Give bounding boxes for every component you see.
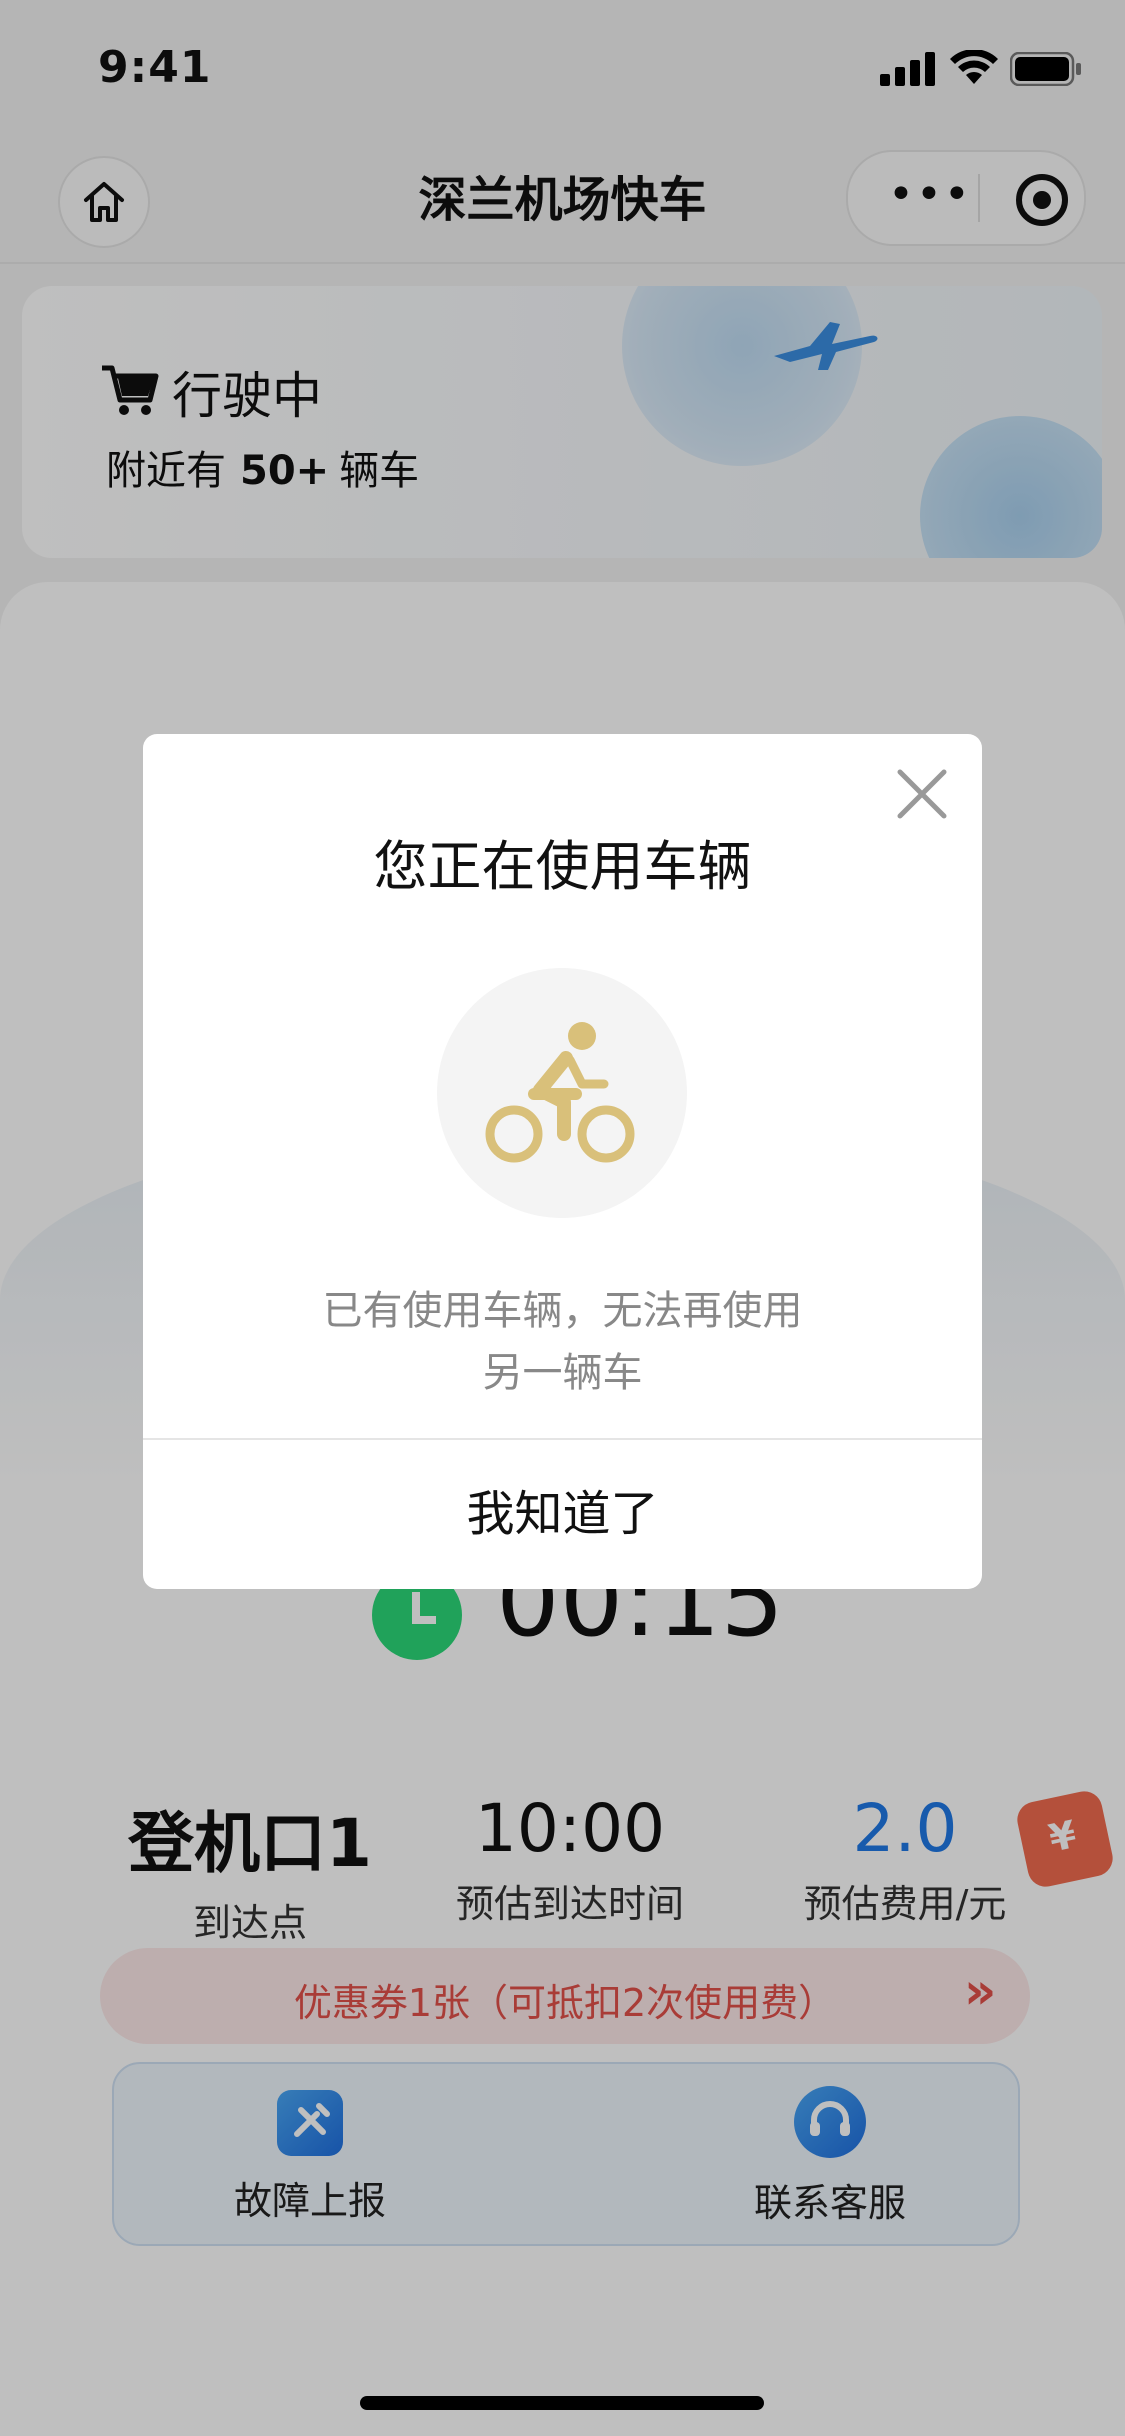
dialog-message-line: 另一辆车	[482, 1350, 643, 1396]
acknowledge-button[interactable]: 我知道了	[143, 1440, 982, 1589]
dialog-title: 您正在使用车辆	[373, 835, 752, 898]
dialog-message-line: 已有使用车辆，无法再使用	[322, 1288, 803, 1334]
close-icon[interactable]	[894, 766, 950, 822]
bike-icon	[485, 1022, 635, 1163]
dialog-message: 已有使用车辆，无法再使用 另一辆车	[143, 1280, 982, 1404]
